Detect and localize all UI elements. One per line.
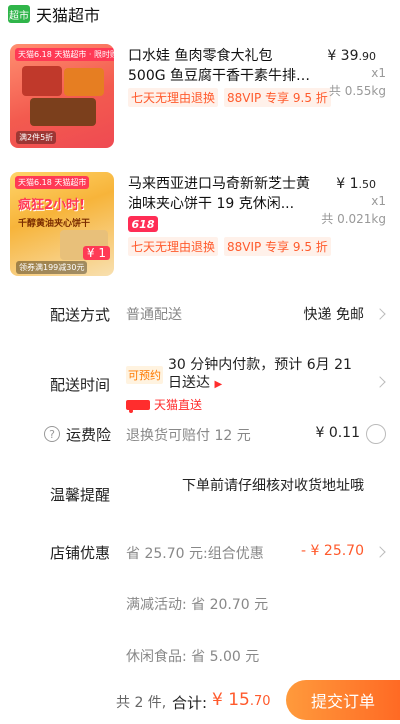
store-name: 天猫超市: [36, 6, 101, 25]
discount-detail-item: 满减活动: 省 20.70 元: [126, 597, 269, 613]
product-title[interactable]: 口水娃 鱼肉零食大礼包 500G 鱼豆腐干香干素牛排 豆干...: [128, 46, 314, 86]
product-image-subtitle: 千醇黄油夹心饼干: [18, 219, 91, 229]
product-quantity: x1: [371, 194, 386, 208]
product-image: 天猫6.18 天猫超市 疯狂2小时! 千醇黄油夹心饼干 领券满199减30元 ¥…: [10, 172, 114, 276]
product-image-note: 满2件5折: [16, 131, 57, 144]
reminder-row: 温馨提醒 下单前请仔细核对收货地址哦: [0, 476, 400, 516]
product-weight: 共 0.55kg: [328, 84, 386, 98]
freight-insurance-label: 运费险: [66, 426, 112, 444]
product-tags: 七天无理由退换 88VIP 专享 9.5 折: [128, 88, 331, 107]
total-label: 合计:: [172, 694, 208, 712]
help-question-icon[interactable]: ?: [44, 426, 60, 442]
product-title[interactable]: 马来西亚进口马奇新新芝士黄油味夹心饼干 19 克休闲...: [128, 174, 314, 214]
item-count: 共 2 件,: [116, 695, 167, 711]
return-policy-tag: 七天无理由退换: [128, 88, 219, 107]
product-item[interactable]: 天猫6.18 天猫超市 · 限时购 满2件5折 口水娃 鱼肉零食大礼包 500G…: [0, 38, 400, 162]
checkout-footer: 共 2 件, 合计: ¥ 15.70 提交订单: [0, 678, 400, 724]
reminder-text: 下单前请仔细核对收货地址哦: [182, 478, 364, 494]
supermarket-logo-icon: 超市: [8, 5, 30, 23]
product-weight: 共 0.021kg: [321, 212, 386, 226]
delivery-time-text: 30 分钟内付款，预计 6月 21 日送达 ▶: [168, 357, 352, 391]
snack-package-shape: [64, 68, 104, 96]
snack-package-shape: [22, 66, 62, 96]
product-image-price: ¥ 1: [82, 246, 110, 260]
promo-618-badge: 618: [128, 216, 158, 232]
chevron-right-icon: [374, 308, 386, 320]
freight-insurance-row[interactable]: ? 运费险 退换货可赔付 12 元 ¥ 0.11: [0, 424, 400, 446]
total-price: ¥ 15.70: [212, 690, 271, 710]
play-icon: ▶: [214, 379, 223, 390]
prebook-badge: 可预约: [126, 366, 163, 384]
submit-order-button[interactable]: 提交订单: [286, 680, 400, 720]
return-policy-tag: 七天无理由退换: [128, 237, 219, 256]
delivery-time-label: 配送时间: [50, 376, 111, 394]
shop-discount-row[interactable]: 店铺优惠 省 25.70 元:组合优惠 - ¥ 25.70: [0, 540, 400, 564]
freight-insurance-radio[interactable]: [366, 424, 386, 444]
shop-discount-desc: 省 25.70 元:组合优惠: [126, 546, 264, 562]
product-image-tag: 天猫6.18 天猫超市: [15, 176, 90, 189]
freight-insurance-price: ¥ 0.11: [315, 425, 360, 441]
chevron-right-icon: [374, 546, 386, 558]
reminder-label: 温馨提醒: [50, 486, 111, 504]
product-quantity: x1: [371, 66, 386, 80]
product-item[interactable]: 天猫6.18 天猫超市 疯狂2小时! 千醇黄油夹心饼干 领券满199减30元 ¥…: [0, 166, 400, 290]
product-price: ¥ 39.90: [327, 48, 376, 64]
vip-discount-tag: 88VIP 专享 9.5 折: [224, 237, 331, 256]
shop-discount-label: 店铺优惠: [50, 544, 111, 562]
product-price: ¥ 1.50: [336, 176, 376, 192]
truck-icon: [126, 399, 150, 413]
tmall-express-label: 天猫直送: [126, 396, 202, 413]
delivery-method-row[interactable]: 配送方式 普通配送 快递 免邮: [0, 300, 400, 328]
shop-discount-value: - ¥ 25.70: [301, 543, 364, 559]
delivery-method-label: 配送方式: [50, 306, 111, 324]
delivery-time-row[interactable]: 配送时间 可预约 30 分钟内付款，预计 6月 21 日送达 ▶ 天猫直送: [0, 350, 400, 413]
product-tags: 七天无理由退换 88VIP 专享 9.5 折: [128, 237, 331, 256]
freight-insurance-desc: 退换货可赔付 12 元: [126, 428, 251, 444]
product-image-note: 领券满199减30元: [16, 261, 88, 274]
product-image-tag: 天猫6.18 天猫超市 · 限时购: [15, 48, 114, 61]
delivery-method-name: 普通配送: [126, 307, 182, 323]
snack-food-shape: [30, 98, 96, 126]
store-header[interactable]: 超市 天猫超市: [0, 0, 400, 28]
discount-detail-item: 休闲食品: 省 5.00 元: [126, 649, 260, 665]
chevron-right-icon: [374, 376, 386, 388]
delivery-method-value: 快递 免邮: [303, 307, 364, 323]
product-image-headline: 疯狂2小时!: [18, 198, 85, 213]
vip-discount-tag: 88VIP 专享 9.5 折: [224, 88, 331, 107]
product-image: 天猫6.18 天猫超市 · 限时购 满2件5折: [10, 44, 114, 148]
